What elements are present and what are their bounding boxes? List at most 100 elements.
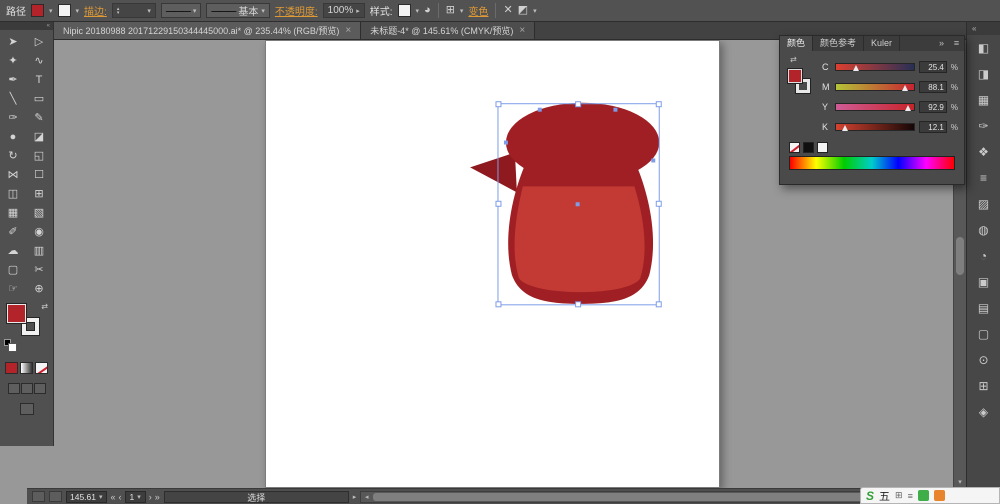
artwork-canvas[interactable]	[266, 41, 719, 487]
artboards-panel-icon[interactable]: ▢	[972, 324, 996, 344]
shape-body-front[interactable]	[515, 186, 645, 292]
stroke-weight-stepper[interactable]: ▴ ▾	[117, 7, 120, 15]
perspective-grid-tool[interactable]: ⊞	[26, 184, 52, 203]
swap-fill-stroke-icon[interactable]: ⇄	[41, 302, 48, 311]
cyan-slider[interactable]	[835, 63, 915, 71]
fill-dropdown-icon[interactable]: ▾	[49, 7, 53, 15]
mesh-tool[interactable]: ▦	[0, 203, 26, 222]
shape-options-icon[interactable]: ◩	[518, 5, 528, 16]
tab-color-guide[interactable]: 颜色参考	[813, 36, 864, 51]
selection-handle-se[interactable]	[656, 302, 661, 307]
stroke-weight-dropdown-icon[interactable]: ▾	[147, 7, 151, 15]
panel-fill-proxy[interactable]	[788, 69, 802, 83]
white-swatch[interactable]	[817, 142, 828, 153]
tray-green-icon[interactable]	[918, 490, 929, 501]
hand-tool[interactable]: ☞	[0, 279, 26, 298]
scroll-left-icon[interactable]: ◂	[361, 493, 372, 501]
anchor-point[interactable]	[538, 108, 542, 112]
brushes-panel-icon[interactable]: ✑	[972, 116, 996, 136]
free-transform-tool[interactable]: ☐	[26, 165, 52, 184]
magenta-slider-handle[interactable]	[902, 85, 908, 91]
tab-kuler[interactable]: Kuler	[864, 36, 900, 51]
shape-options-dropdown-icon[interactable]: ▾	[533, 7, 537, 15]
column-graph-tool[interactable]: ▥	[26, 241, 52, 260]
gradient-tool[interactable]: ▧	[26, 203, 52, 222]
gradient-panel-icon[interactable]: ▨	[972, 194, 996, 214]
graphic-style-dropdown-icon[interactable]: ▾	[416, 7, 420, 15]
symbol-sprayer-tool[interactable]: ☁	[0, 241, 26, 260]
stroke-panel-icon[interactable]: ≡	[972, 168, 996, 188]
tab-close-icon[interactable]: ×	[345, 25, 351, 36]
transparency-panel-icon[interactable]: ◍	[972, 220, 996, 240]
magic-wand-tool[interactable]: ✦	[0, 51, 26, 70]
selection-handle-sw[interactable]	[496, 302, 501, 307]
screen-mode-button[interactable]	[20, 403, 34, 415]
stroke-color-swatch[interactable]	[58, 4, 71, 17]
draw-normal-button[interactable]	[8, 383, 20, 394]
last-artboard-icon[interactable]: »	[155, 492, 160, 502]
color-guide-panel-icon[interactable]: ◨	[972, 64, 996, 84]
appearance-panel-icon[interactable]: ◔	[972, 246, 996, 266]
none-mode-button[interactable]	[35, 362, 48, 374]
selection-tool[interactable]: ➤	[0, 32, 26, 51]
width-tool[interactable]: ⋈	[0, 165, 26, 184]
rectangle-tool[interactable]: ▭	[26, 89, 52, 108]
align-dropdown-icon[interactable]: ▾	[460, 7, 464, 15]
graphic-styles-panel-icon[interactable]: ▣	[972, 272, 996, 292]
magenta-slider[interactable]	[835, 83, 915, 91]
brush-definition-dropdown-icon[interactable]: ▾	[261, 7, 265, 15]
tab-close-icon[interactable]: ×	[519, 25, 525, 36]
proxy-swap-icon[interactable]: ⇄	[790, 55, 797, 64]
transform-icon[interactable]: ✕	[503, 5, 512, 16]
selection-handle-ne[interactable]	[656, 102, 661, 107]
artboard-dropdown-icon[interactable]: ▾	[137, 493, 141, 501]
lasso-tool[interactable]: ∿	[26, 51, 52, 70]
width-profile-dropdown-icon[interactable]: ▾	[193, 7, 197, 15]
selection-handle-n[interactable]	[576, 102, 581, 107]
next-artboard-icon[interactable]: ›	[149, 492, 152, 502]
links-panel-icon[interactable]: ⊙	[972, 350, 996, 370]
first-artboard-icon[interactable]: «	[111, 492, 116, 502]
yellow-value-field[interactable]: 92.9	[919, 101, 947, 113]
black-slider-handle[interactable]	[842, 125, 848, 131]
width-profile-select[interactable]: ——— ▾	[161, 3, 202, 18]
zoom-dropdown-icon[interactable]: ▾	[99, 493, 103, 501]
stroke-weight-field[interactable]: ▴ ▾ ▾	[112, 3, 156, 18]
navigator-panel-icon[interactable]: ⊞	[972, 376, 996, 396]
selection-handle-s[interactable]	[576, 302, 581, 307]
opacity-field[interactable]: 100% ▸	[323, 3, 365, 18]
align-grid-icon[interactable]: ⊞	[446, 5, 455, 16]
artboard-tool[interactable]: ▢	[0, 260, 26, 279]
panel-menu-icon[interactable]: ≡	[949, 36, 964, 51]
info-panel-icon[interactable]: ◈	[972, 402, 996, 422]
panel-expand-icon[interactable]: »	[934, 36, 949, 51]
recolor-artwork-link[interactable]: 变色	[468, 3, 488, 18]
yellow-slider[interactable]	[835, 103, 915, 111]
pencil-tool[interactable]: ✎	[26, 108, 52, 127]
layers-panel-icon[interactable]: ▤	[972, 298, 996, 318]
none-swatch[interactable]	[789, 142, 800, 153]
ime-pen-icon[interactable]: ≡	[908, 491, 913, 501]
cyan-value-field[interactable]: 25.4	[919, 61, 947, 73]
blend-tool[interactable]: ◉	[26, 222, 52, 241]
opacity-popup-icon[interactable]: ▸	[356, 7, 360, 15]
shape-spout[interactable]	[470, 153, 517, 193]
black-value-field[interactable]: 12.1	[919, 121, 947, 133]
horizontal-scrollbar-thumb[interactable]	[373, 493, 935, 501]
selection-handle-nw[interactable]	[496, 102, 501, 107]
selection-handle-w[interactable]	[496, 201, 501, 206]
opacity-link[interactable]: 不透明度:	[275, 3, 318, 18]
brush-definition-select[interactable]: ——— 基本 ▾	[206, 3, 270, 18]
anchor-point[interactable]	[504, 141, 508, 145]
yellow-slider-handle[interactable]	[905, 105, 911, 111]
fill-color-swatch[interactable]	[31, 4, 44, 17]
ime-keyboard-icon[interactable]: ⊞	[895, 490, 903, 501]
default-fill-stroke-icon[interactable]	[4, 339, 11, 346]
gradient-mode-button[interactable]	[20, 362, 33, 374]
black-swatch[interactable]	[803, 142, 814, 153]
anchor-point[interactable]	[613, 108, 617, 112]
shape-builder-tool[interactable]: ◫	[0, 184, 26, 203]
screen-preview-icon[interactable]	[32, 491, 45, 502]
status-popup-icon[interactable]: ▸	[353, 493, 357, 501]
cyan-slider-handle[interactable]	[853, 65, 859, 71]
